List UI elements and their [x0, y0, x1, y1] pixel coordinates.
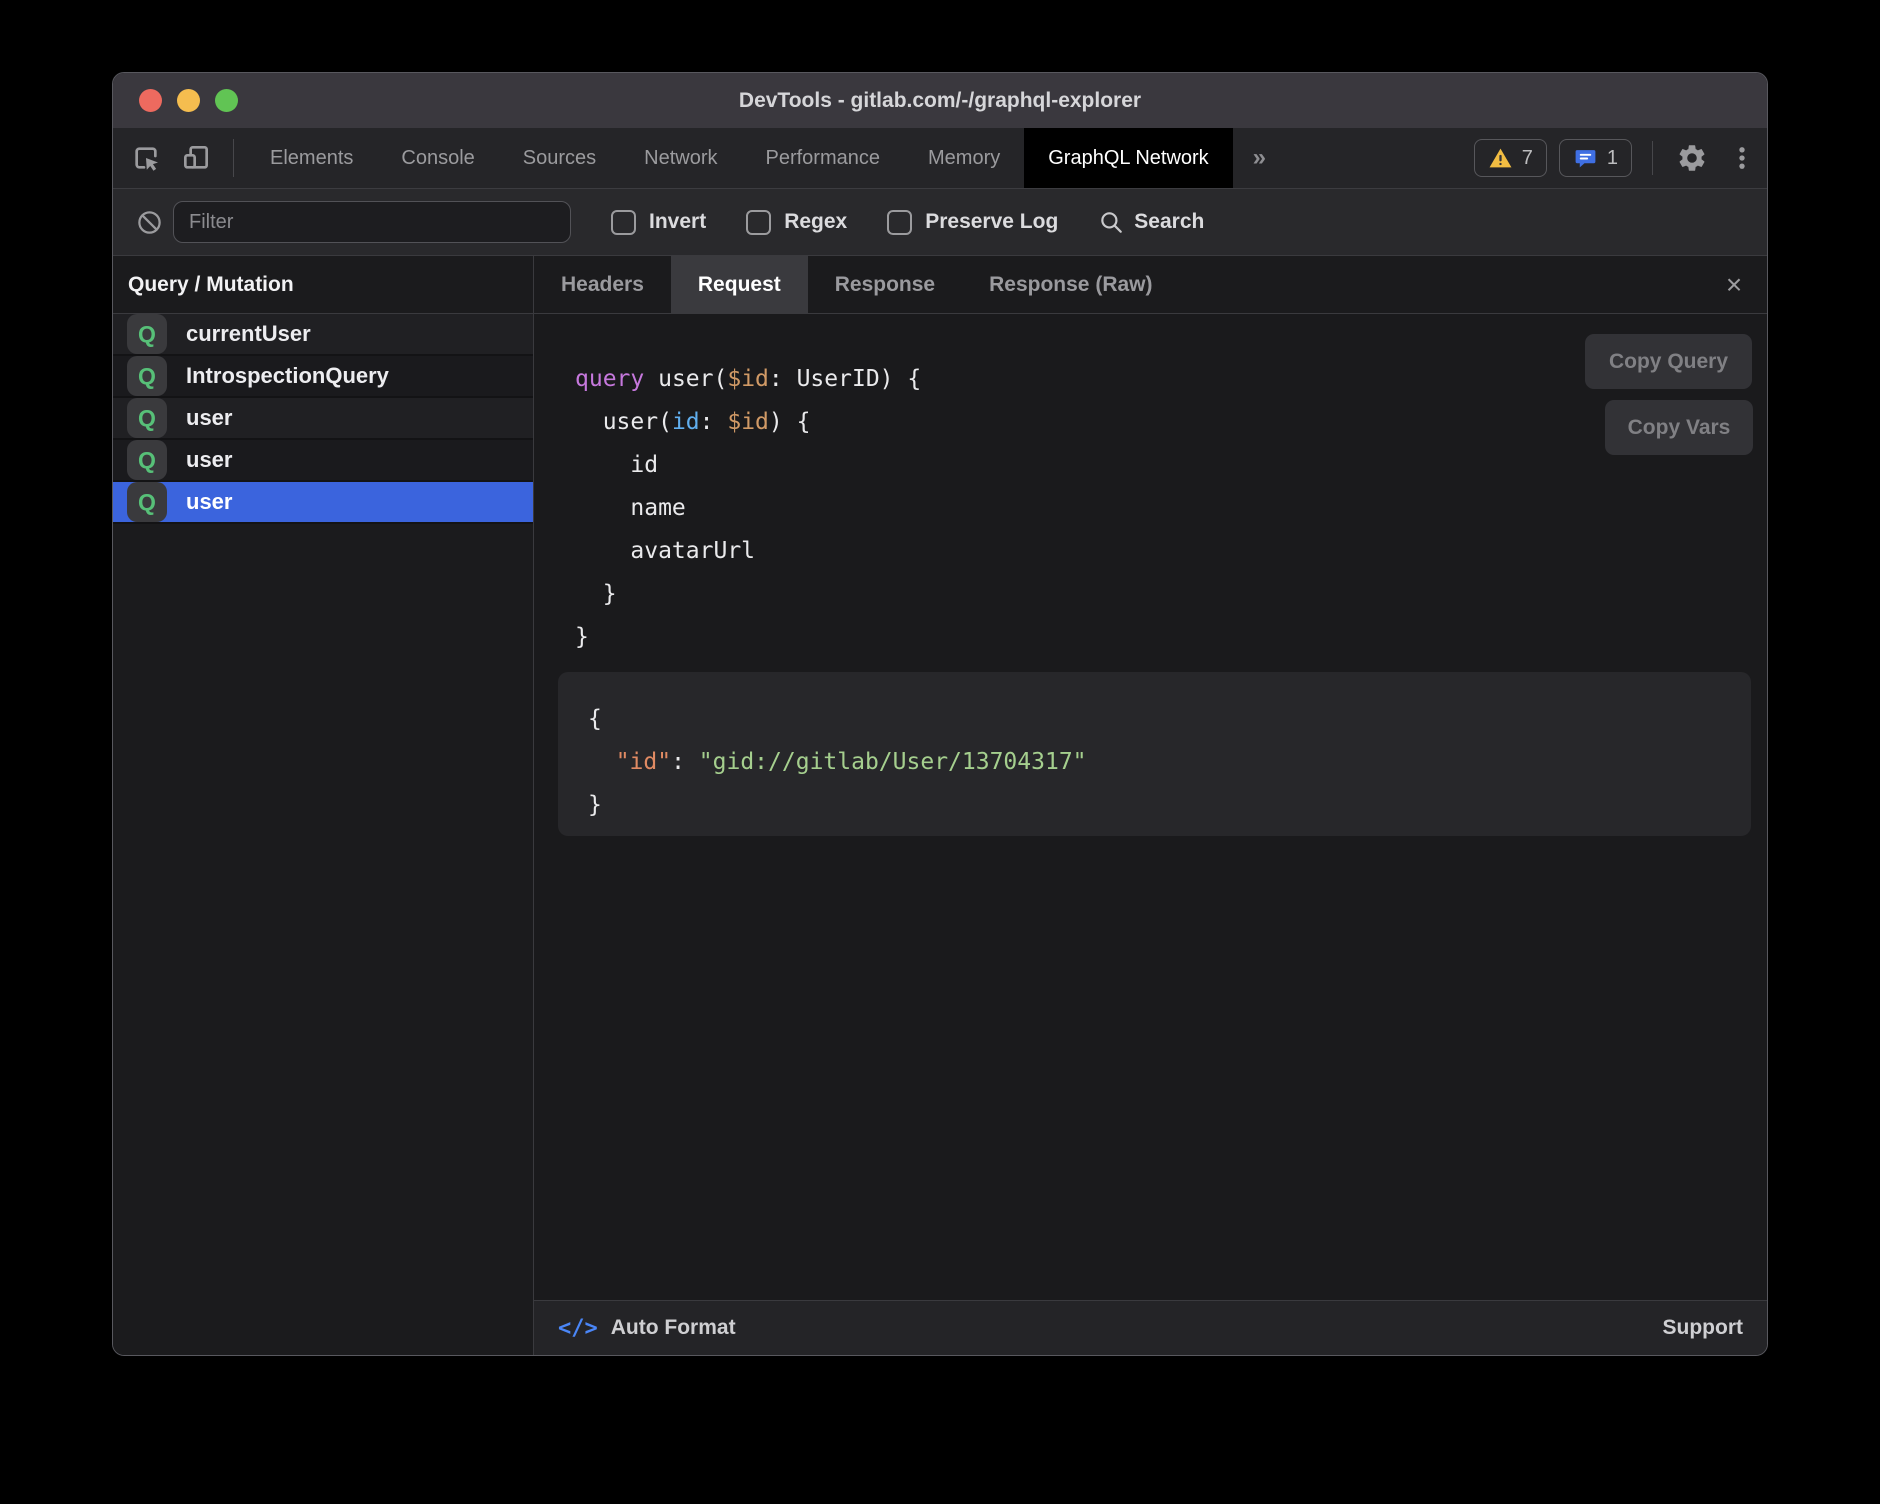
query-type-badge: Q [127, 398, 167, 438]
more-tabs-button[interactable]: » [1233, 128, 1286, 188]
device-toolbar-icon[interactable] [171, 128, 221, 188]
minimize-window-button[interactable] [177, 89, 200, 112]
devtools-window: DevTools - gitlab.com/-/graphql-explorer… [112, 72, 1768, 1356]
query-name-label: user [186, 489, 232, 515]
title-bar: DevTools - gitlab.com/-/graphql-explorer [113, 73, 1767, 128]
copy-vars-button[interactable]: Copy Vars [1605, 400, 1753, 455]
query-code-line: user(id: $id) { [575, 401, 921, 444]
more-options-kebab-icon[interactable] [1717, 128, 1767, 188]
search-label: Search [1134, 210, 1204, 234]
inspect-element-icon[interactable] [121, 128, 171, 188]
main-tab-list: ElementsConsoleSourcesNetworkPerformance… [246, 128, 1233, 188]
checkbox-box-invert[interactable] [611, 210, 636, 235]
checkbox-label: Regex [784, 210, 847, 234]
query-type-badge: Q [127, 482, 167, 522]
warnings-badge[interactable]: 7 [1474, 139, 1547, 177]
request-pane: query user($id: UserID) { user(id: $id) … [534, 314, 1767, 1300]
detail-tab-response-raw[interactable]: Response (Raw) [962, 256, 1179, 313]
query-list-header: Query / Mutation [113, 256, 533, 314]
settings-gear-icon[interactable] [1667, 128, 1717, 188]
close-detail-icon[interactable]: × [1701, 256, 1767, 313]
support-link[interactable]: Support [1663, 1316, 1743, 1340]
traffic-lights [139, 73, 238, 128]
query-code-line: } [575, 616, 921, 659]
footer-bar: </> Auto Format Support [534, 1300, 1767, 1355]
main-tab-memory[interactable]: Memory [904, 128, 1024, 188]
main-tab-network[interactable]: Network [620, 128, 741, 188]
checkbox-label: Invert [649, 210, 706, 234]
query-list-item-currentuser-0[interactable]: QcurrentUser [113, 314, 533, 356]
auto-format-button[interactable]: Auto Format [611, 1316, 736, 1340]
message-bubble-icon [1573, 146, 1598, 171]
main-tab-console[interactable]: Console [377, 128, 498, 188]
detail-tab-list: HeadersRequestResponseResponse (Raw) [534, 256, 1180, 313]
query-variables-panel: { "id": "gid://gitlab/User/13704317"} [558, 672, 1751, 836]
badge-divider [1652, 141, 1653, 175]
content-area: Query / Mutation QcurrentUserQIntrospect… [113, 256, 1767, 1355]
checkbox-box-regex[interactable] [746, 210, 771, 235]
window-title: DevTools - gitlab.com/-/graphql-explorer [739, 89, 1141, 113]
auto-format-icon: </> [558, 1316, 598, 1341]
main-tab-performance[interactable]: Performance [742, 128, 905, 188]
variables-code-line: "id": "gid://gitlab/User/13704317" [588, 741, 1721, 784]
clear-block-icon[interactable] [129, 209, 169, 236]
copy-query-button[interactable]: Copy Query [1585, 334, 1752, 389]
query-code-line: } [575, 573, 921, 616]
checkbox-label: Preserve Log [925, 210, 1058, 234]
desktop-background: DevTools - gitlab.com/-/graphql-explorer… [0, 0, 1880, 1504]
toolbar-spacer [1286, 128, 1474, 188]
main-tab-graphql-network[interactable]: GraphQL Network [1024, 128, 1232, 188]
query-code-line: id [575, 444, 921, 487]
status-badges: 7 1 [1474, 128, 1632, 188]
query-list-item-user-2[interactable]: Quser [113, 398, 533, 440]
close-window-button[interactable] [139, 89, 162, 112]
warning-icon [1488, 146, 1513, 171]
variables-code-line: { [588, 698, 1721, 741]
warning-count: 7 [1522, 147, 1533, 170]
detail-tab-bar: HeadersRequestResponseResponse (Raw) × [534, 256, 1767, 314]
query-list-item-user-3[interactable]: Quser [113, 440, 533, 482]
query-list-item-introspectionquery-1[interactable]: Q IntrospectionQuery [113, 356, 533, 398]
main-tab-sources[interactable]: Sources [499, 128, 620, 188]
query-name-label: currentUser [186, 321, 311, 347]
query-type-badge: Q [127, 314, 167, 354]
query-code-line: query user($id: UserID) { [575, 358, 921, 401]
query-list: QcurrentUserQIntrospectionQueryQuserQuse… [113, 314, 533, 524]
toolbar-divider [233, 139, 234, 177]
filter-input[interactable] [173, 201, 571, 243]
graphql-query-code: query user($id: UserID) { user(id: $id) … [575, 358, 921, 659]
checkbox-regex[interactable]: Regex [746, 210, 847, 235]
query-code-line: avatarUrl [575, 530, 921, 573]
query-type-badge: Q [127, 356, 167, 396]
query-name-label: user [186, 405, 232, 431]
query-name-label: IntrospectionQuery [186, 363, 389, 389]
checkbox-box-preserve-log[interactable] [887, 210, 912, 235]
main-tab-elements[interactable]: Elements [246, 128, 377, 188]
issues-count: 1 [1607, 147, 1618, 170]
detail-panel: HeadersRequestResponseResponse (Raw) × q… [534, 256, 1767, 1355]
query-type-badge: Q [127, 440, 167, 480]
search-icon [1098, 209, 1124, 235]
variables-code-line: } [588, 784, 1721, 827]
filter-checkbox-group: Invert Regex Preserve Log [571, 210, 1058, 235]
detail-tab-request[interactable]: Request [671, 256, 808, 313]
filter-bar: Invert Regex Preserve Log Search [113, 189, 1767, 256]
query-list-panel: Query / Mutation QcurrentUserQIntrospect… [113, 256, 534, 1355]
issues-badge[interactable]: 1 [1559, 139, 1632, 177]
detail-tab-response[interactable]: Response [808, 256, 962, 313]
checkbox-preserve-log[interactable]: Preserve Log [887, 210, 1058, 235]
checkbox-invert[interactable]: Invert [611, 210, 706, 235]
zoom-window-button[interactable] [215, 89, 238, 112]
query-list-item-user-4[interactable]: Quser [113, 482, 533, 524]
query-code-line: name [575, 487, 921, 530]
main-toolbar: ElementsConsoleSourcesNetworkPerformance… [113, 128, 1767, 189]
query-name-label: user [186, 447, 232, 473]
detail-tab-headers[interactable]: Headers [534, 256, 671, 313]
search-toggle[interactable]: Search [1098, 209, 1204, 235]
